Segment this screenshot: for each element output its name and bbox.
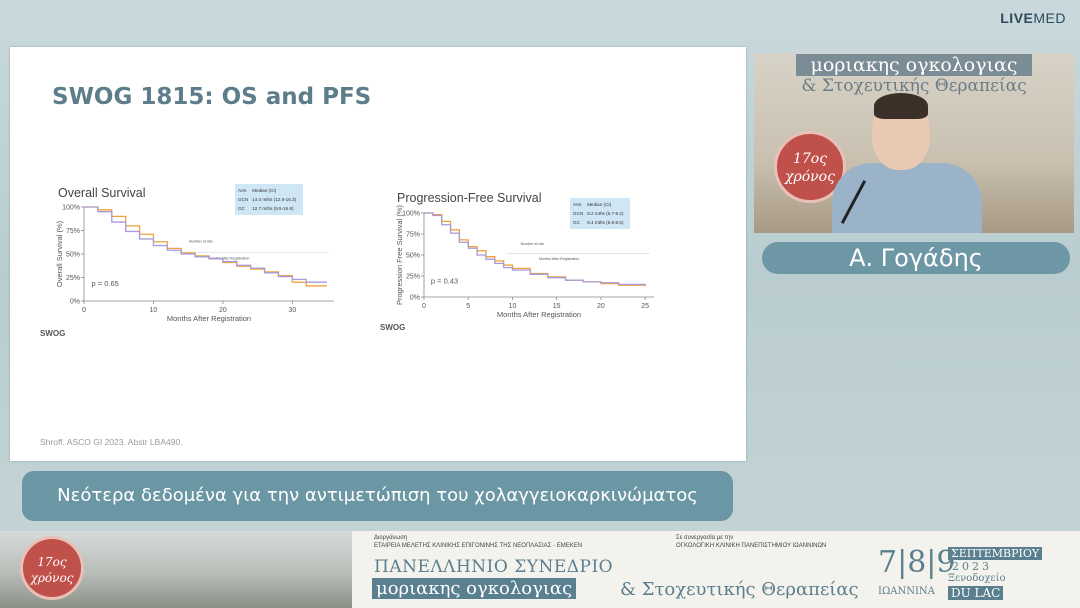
pfs-risk-table-xlabel: Months After Registration [539, 257, 579, 261]
os-series-gc [84, 206, 328, 283]
talk-subtitle: Νεότερα δεδομένα για την αντιμετώπιση το… [22, 471, 733, 521]
pfs-table-header-arm: Arm [573, 202, 582, 207]
congress-year: 2023 [952, 560, 992, 573]
os-table-arm-gcn: GCN [238, 197, 249, 202]
presentation-slide: SWOG 1815: OS and PFS Overall Survival 0… [10, 47, 746, 461]
os-ytick-label: 0% [70, 299, 80, 306]
pfs-xlabel: Months After Registration [497, 310, 581, 319]
congress-line2: μοριακης ογκολογιας [372, 578, 577, 599]
pfs-xtick-label: 0 [422, 303, 426, 310]
os-xtick-label: 30 [288, 307, 296, 314]
pfs-ytick-label: 100% [402, 211, 420, 218]
organizer-label: Διοργάνωση [374, 535, 408, 541]
lake-photo: 17ος χρόνος [0, 531, 352, 608]
speaker-name: Α. Γογάδης [762, 242, 1070, 274]
os-xlabel: Months After Registration [167, 314, 251, 323]
conference-banner: 17ος χρόνος Διοργάνωση ΕΤΑΙΡΕΙΑ ΜΕΛΕΤΗΣ Κ… [0, 531, 1080, 608]
swog-logo: SWOG [40, 329, 66, 338]
organizer: ΕΤΑΙΡΕΙΑ ΜΕΛΕΤΗΣ ΚΛΙΝΙΚΗΣ ΕΠΙΓΟΝΙΝΗΣ ΤΗΣ… [374, 543, 583, 549]
pfs-ytick-label: 25% [406, 274, 420, 281]
congress-dates: 7|8|9 [878, 545, 956, 580]
pfs-ylabel: Progression Free Survival (%) [395, 205, 404, 305]
os-ytick-label: 25% [66, 275, 80, 282]
pfs-xtick-label: 15 [553, 303, 561, 310]
pfs-xtick-label: 5 [466, 303, 470, 310]
pfs-ytick-label: 0% [410, 295, 420, 302]
congress-month: ΣΕΠΤΕΜΒΡΙΟΥ [948, 547, 1043, 560]
os-median-table: Arm Median (CI) GCN 14.0 mths (12.6-16.3) … [235, 184, 304, 215]
os-xtick-label: 10 [150, 307, 158, 314]
os-risk-table-title: Number at risk [189, 240, 213, 244]
os-table-header-arm: Arm [238, 188, 247, 193]
pfs-ytick-label: 50% [406, 253, 420, 260]
congress-line1: ΠΑΝΕΛΛΗΝΙΟ ΣΥΝΕΔΡΙΟ [374, 557, 614, 577]
os-xtick-label: 20 [219, 307, 227, 314]
os-ytick-label: 75% [66, 228, 80, 235]
os-table-arm-gc: GC [238, 206, 245, 211]
anniversary-badge-bottom: 17ος χρόνος [20, 536, 84, 600]
slide-reference: Shroff. ASCO GI 2023. Abstr LBA490. [40, 437, 183, 447]
backdrop-line1: μοριακης ογκολογιας [796, 54, 1032, 76]
pfs-median-table: Arm Median (CI) GCN 8.2 mths (6.7-9.2) GC 6… [570, 198, 631, 229]
congress-city: ΙΩΑΝΝΙΝΑ [878, 586, 935, 597]
pfs-xtick-label: 10 [509, 303, 517, 310]
pfs-table-median-gcn: 8.2 mths (6.7-9.2) [587, 211, 624, 216]
pfs-pvalue: p = 0.43 [431, 277, 458, 286]
slide-title: SWOG 1815: OS and PFS [52, 84, 372, 110]
os-ylabel: Overall Survival (%) [55, 220, 64, 287]
os-chart-title: Overall Survival [58, 186, 146, 200]
os-chart: 0% 25% 50% 75% 100% 0 10 20 30 Months After Regis… [55, 205, 334, 323]
os-table-median-gc: 12.7 mths (9.5-16.6) [252, 206, 294, 211]
swog-logo-2: SWOG [380, 323, 406, 332]
pfs-table-arm-gcn: GCN [573, 211, 584, 216]
collab-label: Σε συνεργασία με την [676, 535, 734, 541]
os-table-median-gcn: 14.0 mths (12.6-16.3) [252, 197, 297, 202]
os-pvalue: p = 0.65 [92, 279, 119, 288]
pfs-table-arm-gc: GC [573, 220, 580, 225]
os-ytick-label: 50% [66, 252, 80, 259]
hotel-name: DU LAC [948, 586, 1004, 600]
pfs-table-header-median: Median (CI) [587, 202, 612, 207]
os-xtick-label: 0 [82, 307, 86, 314]
pfs-xtick-label: 25 [641, 303, 649, 310]
congress-line3: & Στοχευτικής Θεραπείας [620, 579, 859, 600]
pfs-risk-table-title: Number at risk [521, 242, 545, 246]
livemed-logo: LIVEMED [1000, 10, 1066, 26]
pfs-ytick-label: 75% [406, 232, 420, 239]
pfs-chart-title: Progression-Free Survival [397, 191, 542, 205]
os-ytick-label: 100% [62, 205, 80, 212]
speaker-video: μοριακης ογκολογιας & Στοχευτικής Θεραπε… [754, 53, 1074, 233]
backdrop-line2: & Στοχευτικής Θεραπείας [801, 76, 1027, 96]
speaker-hair [874, 93, 928, 119]
pfs-xtick-label: 20 [597, 303, 605, 310]
pfs-table-median-gc: 6.4 mths (5.5-8.5) [587, 220, 624, 225]
hotel-label: Ξενοδοχείο [948, 573, 1006, 584]
os-series-gcn [84, 206, 328, 287]
collaborator: ΟΓΚΟΛΟΓΙΚΗ ΚΛΙΝΙΚΗ ΠΑΝΕΠΙΣΤΗΜΙΟΥ ΙΩΑΝΝΙΝ… [676, 543, 827, 549]
os-table-header-median: Median (CI) [252, 188, 277, 193]
